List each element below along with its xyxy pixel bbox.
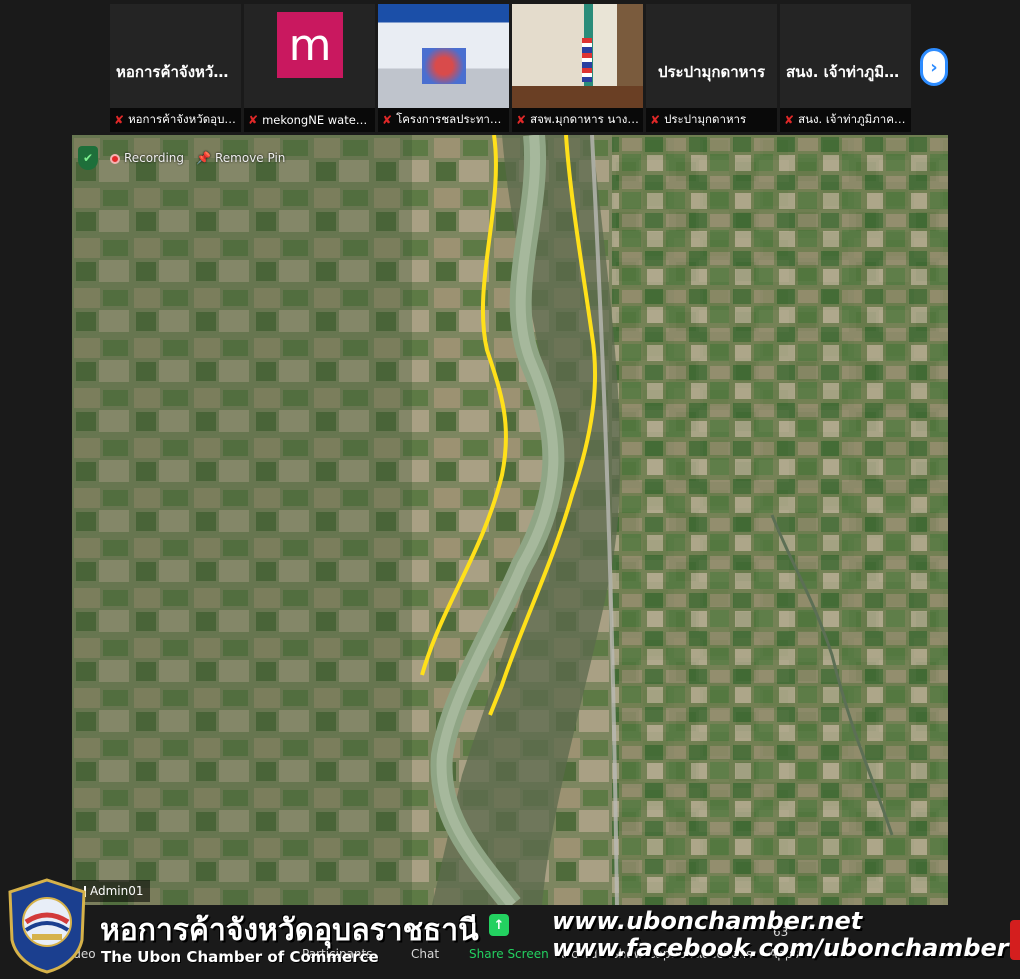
participant-label: ✘สจพ.มุกดาหาร นางสาวป...	[512, 108, 643, 132]
participant-tile[interactable]: ประปามุกดาหาร ✘ ประปามุกดาหาร	[646, 4, 777, 132]
recording-indicator[interactable]: Recording	[110, 151, 184, 165]
participant-label: ✘หอการค้าจังหวัดอุบลราช...	[110, 108, 241, 132]
muted-mic-icon: ✘	[516, 113, 527, 127]
muted-mic-icon: ✘	[248, 113, 259, 127]
participant-strip: หอการค้าจังหวัดอุ... ✘ หอการค้าจังหวัดอุบ…	[110, 4, 911, 132]
participant-display-name: ประปามุกดาหาร	[657, 63, 766, 81]
participant-label: ✘mekongNE waterchart	[244, 108, 375, 132]
chamber-english-name: The Ubon Chamber of Commerce	[101, 948, 379, 966]
next-page-button[interactable]: ›	[920, 48, 948, 86]
share-screen-icon[interactable]: ↑	[489, 914, 509, 936]
meeting-status-bar: ✔ Recording 📌 Remove Pin	[78, 146, 285, 170]
participant-tile[interactable]: สนง. เจ้าท่าภูมิภา... ✘ สนง. เจ้าท่าภูมิภ…	[780, 4, 911, 132]
participant-display-name: สนง. เจ้าท่าภูมิภา...	[786, 63, 911, 81]
website-url: www.ubonchamber.net	[552, 907, 863, 935]
participant-video	[512, 4, 643, 108]
pin-icon: 📌	[196, 151, 211, 165]
muted-mic-icon: ✘	[650, 113, 661, 127]
muted-mic-icon: ✘	[114, 113, 125, 127]
muted-mic-icon: ✘	[382, 113, 393, 127]
chevron-right-icon: ›	[930, 56, 938, 78]
chamber-logo	[8, 878, 86, 974]
facebook-url: www.facebook.com/ubonchamber	[552, 934, 1009, 962]
record-dot-icon	[110, 153, 120, 164]
participant-display-name: หอการค้าจังหวัดอุ...	[116, 63, 241, 81]
share-screen-button[interactable]: Share Screen	[469, 947, 549, 961]
participant-video	[378, 4, 509, 108]
shield-check-icon[interactable]: ✔	[78, 146, 98, 170]
satellite-image	[72, 135, 948, 905]
participant-tile[interactable]: หอการค้าจังหวัดอุ... ✘ หอการค้าจังหวัดอุบ…	[110, 4, 241, 132]
participant-label: ✘โครงการชลประทานอุบลร...	[378, 108, 509, 132]
participant-label: ✘ ประปามุกดาหาร	[646, 108, 777, 132]
participant-tile[interactable]: ✘โครงการชลประทานอุบลร...	[378, 4, 509, 132]
participant-tile[interactable]: m ✘mekongNE waterchart	[244, 4, 375, 132]
participant-tile[interactable]: ✘สจพ.มุกดาหาร นางสาวป...	[512, 4, 643, 132]
participant-label: ✘สนง. เจ้าท่าภูมิภาค สาขา...	[780, 108, 911, 132]
leave-button-edge[interactable]	[1010, 920, 1020, 960]
participant-avatar: m	[277, 12, 343, 78]
shared-screen-map	[72, 135, 948, 905]
remove-pin-button[interactable]: 📌 Remove Pin	[196, 151, 285, 165]
chamber-thai-name: หอการค้าจังหวัดอุบลราชธานี	[100, 913, 479, 948]
muted-mic-icon: ✘	[784, 113, 795, 127]
